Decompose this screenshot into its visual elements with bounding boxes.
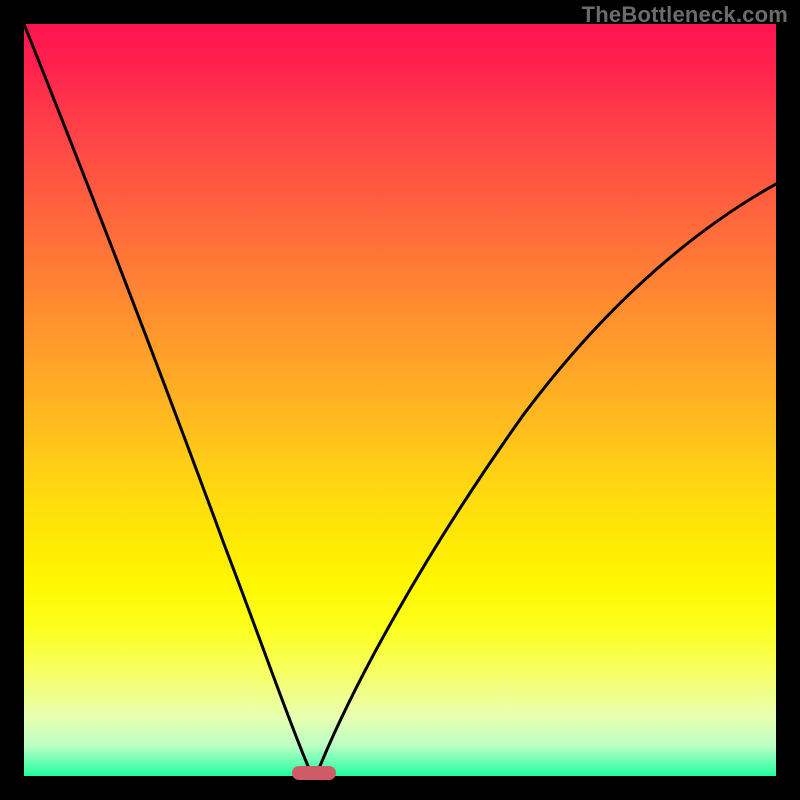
chart-frame: TheBottleneck.com — [0, 0, 800, 800]
curve-lines — [24, 24, 776, 776]
watermark-text: TheBottleneck.com — [582, 2, 788, 28]
right-curve-path — [314, 184, 776, 776]
minimum-marker — [292, 766, 336, 780]
left-curve-path — [24, 24, 314, 776]
